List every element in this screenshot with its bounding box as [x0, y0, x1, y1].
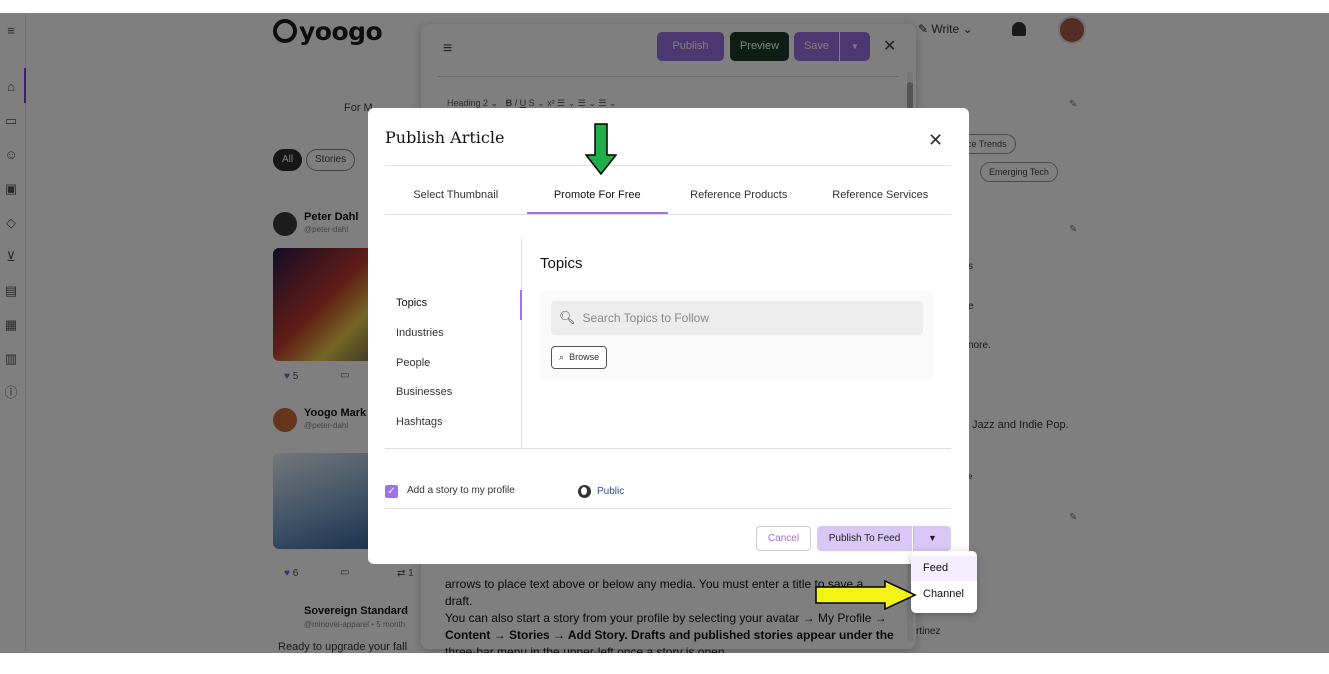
side-active-indicator: [520, 290, 522, 320]
topic-search-panel: 🔍︎ ⌕ Browse: [540, 290, 934, 380]
publish-article-modal: Publish Article ✕ Select Thumbnail Promo…: [368, 108, 969, 564]
publish-options-dropdown: Feed Channel: [911, 551, 977, 613]
publish-options-caret[interactable]: ▼: [913, 526, 951, 551]
modal-tabs: Select Thumbnail Promote For Free Refere…: [385, 166, 951, 214]
side-item-hashtags[interactable]: Hashtags: [396, 416, 442, 428]
tab-select-thumbnail[interactable]: Select Thumbnail: [385, 166, 527, 214]
close-icon[interactable]: ✕: [928, 130, 943, 151]
side-item-businesses[interactable]: Businesses: [396, 386, 452, 398]
side-item-people[interactable]: People: [396, 357, 430, 369]
divider: [385, 508, 951, 509]
side-item-industries[interactable]: Industries: [396, 327, 444, 339]
tab-reference-services[interactable]: Reference Services: [810, 166, 952, 214]
divider: [385, 448, 951, 449]
dropdown-item-channel[interactable]: Channel: [911, 582, 977, 607]
visibility-selector[interactable]: Public: [578, 485, 624, 498]
side-item-topics[interactable]: Topics: [396, 297, 427, 309]
annotation-arrow-right-icon: [815, 580, 917, 610]
topic-search-input[interactable]: [582, 311, 913, 325]
modal-title: Publish Article: [385, 128, 505, 147]
tab-reference-products[interactable]: Reference Products: [668, 166, 810, 214]
publish-to-feed-button[interactable]: Publish To Feed: [817, 526, 912, 551]
add-story-checkbox[interactable]: ✓: [385, 485, 398, 498]
search-icon: ⌕: [559, 352, 565, 362]
app-stage: ≡ ⌂ ▭ ☺ ▣ ◇ ⊻ ▤ ▦ ▥ ⓘ yoogo ✎ Write ⌄ Fo…: [0, 13, 1329, 653]
annotation-arrow-down-icon: [585, 123, 617, 175]
section-title: Topics: [540, 255, 583, 272]
browse-button[interactable]: ⌕ Browse: [551, 346, 608, 369]
dropdown-item-feed[interactable]: Feed: [911, 556, 977, 581]
topic-search-box[interactable]: 🔍︎: [551, 301, 923, 335]
divider: [385, 214, 951, 215]
cancel-button[interactable]: Cancel: [756, 526, 811, 551]
search-icon: 🔍︎: [559, 310, 576, 325]
story-options-row: ✓ Add a story to my profile Public: [385, 472, 951, 508]
promote-side-nav: Topics Industries People Businesses Hash…: [385, 238, 522, 448]
add-story-label[interactable]: Add a story to my profile: [407, 485, 515, 496]
globe-icon: [578, 485, 591, 498]
